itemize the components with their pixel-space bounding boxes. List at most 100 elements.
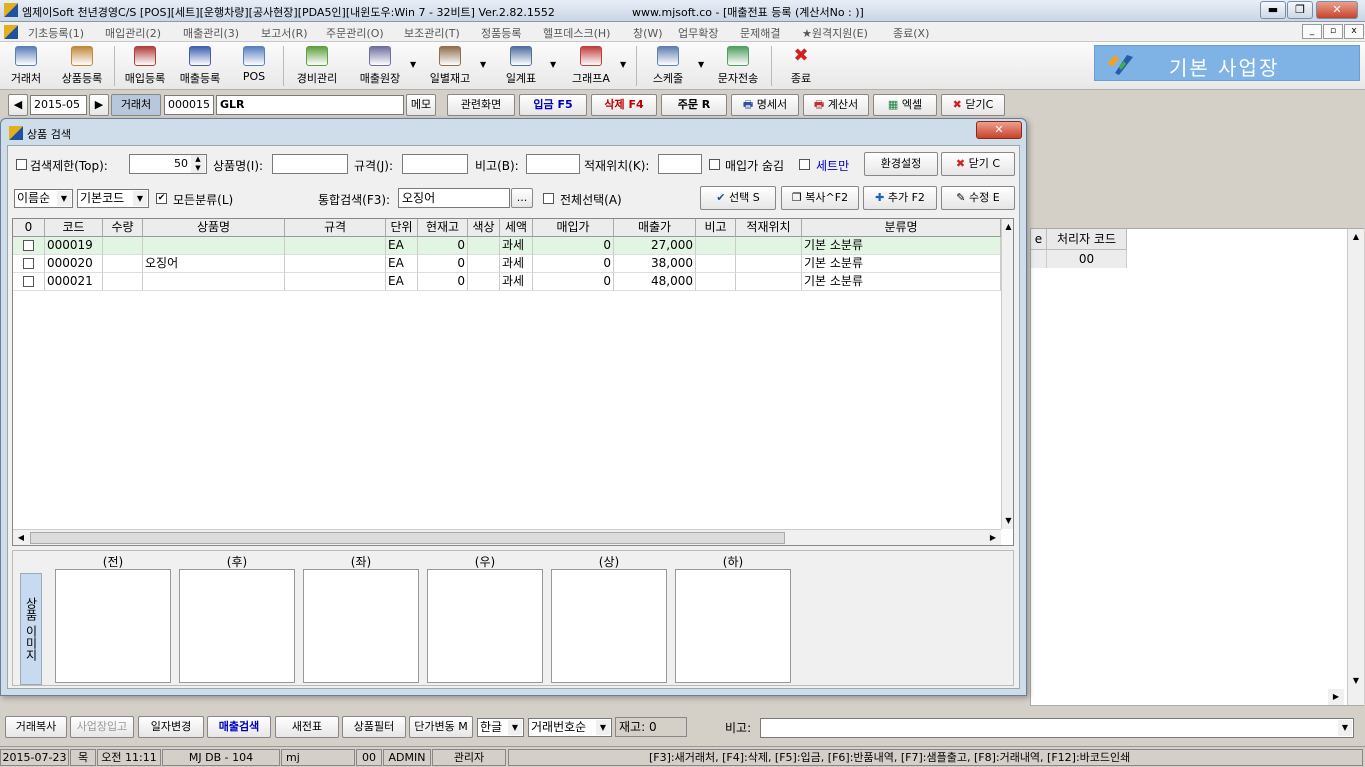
scroll-right-icon[interactable]: ▶ [985, 530, 1001, 545]
menu-item[interactable]: 매입관리(2) [105, 25, 161, 41]
minimize-button[interactable]: ▬ [1260, 1, 1286, 19]
customer-tool-button[interactable]: 거래처 [4, 44, 48, 88]
table-row[interactable]: 000020 오징어 EA 0 과세 0 38,000 기본 소분류 [13, 255, 1001, 273]
mdi-restore-button[interactable]: ▫ [1323, 24, 1343, 39]
price-change-button[interactable]: 단가변동 M [409, 716, 473, 738]
product-name-input[interactable] [272, 154, 348, 174]
copy-trade-button[interactable]: 거래복사 [5, 716, 67, 738]
grid-header[interactable]: 분류명 [802, 219, 1001, 237]
product-image-back[interactable] [179, 569, 295, 683]
location-input[interactable] [658, 154, 702, 174]
scroll-down-icon[interactable]: ▼ [1348, 673, 1364, 689]
store-in-button[interactable]: 사업장입고 [70, 716, 134, 738]
menu-item[interactable]: 헬프데스크(H) [543, 25, 610, 41]
add-button[interactable]: ✚ 추가 F2 [863, 186, 937, 210]
chevron-down-icon[interactable]: ▼ [550, 60, 556, 69]
grid-header[interactable]: 코드 [45, 219, 103, 237]
daily-report-tool-button[interactable]: 일계표 [497, 44, 545, 88]
select-button[interactable]: ✔ 선택 S [700, 186, 776, 210]
grid-header[interactable]: 적재위치 [736, 219, 802, 237]
grid-header[interactable]: 매입가 [533, 219, 614, 237]
scroll-up-icon[interactable]: ▲ [1002, 219, 1013, 235]
month-field[interactable]: 2015-05 [30, 95, 87, 115]
row-checkbox[interactable] [13, 237, 45, 255]
sales-ledger-tool-button[interactable]: 매출원장 [353, 44, 407, 88]
chevron-down-icon[interactable]: ▼ [410, 60, 416, 69]
date-change-button[interactable]: 일자변경 [138, 716, 204, 738]
product-register-tool-button[interactable]: 상품등록 [54, 44, 110, 88]
scroll-down-icon[interactable]: ▼ [1002, 513, 1013, 529]
grid-header[interactable]: 단위 [386, 219, 418, 237]
grid-header[interactable]: 규격 [285, 219, 386, 237]
order-button[interactable]: 주문 R [661, 94, 727, 116]
pos-tool-button[interactable]: POS [232, 44, 276, 88]
dialog-close-c-button[interactable]: ✖ 닫기 C [941, 152, 1015, 176]
table-row[interactable]: 000019 EA 0 과세 0 27,000 기본 소분류 [13, 237, 1001, 255]
spec-input[interactable] [402, 154, 468, 174]
product-image-bottom[interactable] [675, 569, 791, 683]
customer-label-button[interactable]: 거래처 [111, 94, 161, 116]
language-select[interactable]: 한글 ▼ [477, 718, 524, 737]
sort-select[interactable]: 이름순 ▼ [14, 189, 73, 208]
sales-register-tool-button[interactable]: 매출등록 [173, 44, 227, 88]
spinner-icon[interactable]: ▲ ▼ [191, 155, 205, 173]
grid-header[interactable]: 색상 [468, 219, 500, 237]
bottom-note-input[interactable] [760, 718, 1354, 738]
grid-header[interactable]: 현재고 [418, 219, 468, 237]
schedule-tool-button[interactable]: 스케줄 [644, 44, 692, 88]
scroll-left-icon[interactable]: ◀ [13, 530, 29, 545]
grid-header[interactable]: 세액 [500, 219, 533, 237]
exit-tool-button[interactable]: ✖ 종료 [779, 44, 823, 88]
daily-stock-tool-button[interactable]: 일별재고 [423, 44, 477, 88]
set-only-checkbox[interactable] [799, 159, 810, 170]
environment-settings-button[interactable]: 환경설정 [864, 152, 938, 176]
search-limit-checkbox[interactable] [16, 159, 27, 170]
integrated-search-input[interactable]: 오징어 [398, 188, 510, 208]
edit-button[interactable]: ✎ 수정 E [941, 186, 1015, 210]
all-categories-checkbox[interactable]: ✔ [156, 193, 167, 204]
deposit-button[interactable]: 입금 F5 [519, 94, 587, 116]
copy-button[interactable]: ❐ 복사^F2 [781, 186, 859, 210]
vertical-scrollbar[interactable]: ▲ ▼ ▶ [1328, 229, 1364, 705]
customer-name-field[interactable]: GLR [216, 95, 404, 115]
grid-header[interactable]: 비고 [696, 219, 736, 237]
restore-button[interactable]: ❐ [1287, 1, 1313, 19]
menu-item[interactable]: 보고서(R) [261, 25, 308, 41]
close-button[interactable]: ✕ [1316, 1, 1358, 19]
sales-search-button[interactable]: 매출검색 [207, 716, 271, 738]
menu-item[interactable]: ★원격지원(E) [802, 25, 868, 41]
grid-header[interactable]: 매출가 [614, 219, 696, 237]
customer-code-field[interactable]: 000015 [164, 95, 214, 115]
mdi-close-button[interactable]: x [1344, 24, 1364, 39]
scroll-right-icon[interactable]: ▶ [1328, 689, 1344, 705]
menu-item[interactable]: 주문관리(O) [326, 25, 384, 41]
menu-item[interactable]: 보조관리(T) [404, 25, 460, 41]
product-image-left[interactable] [303, 569, 419, 683]
menu-item[interactable]: 업무확장 [678, 25, 718, 41]
table-row[interactable]: 000021 EA 0 과세 0 48,000 기본 소분류 [13, 273, 1001, 291]
product-filter-button[interactable]: 상품필터 [342, 716, 406, 738]
trade-order-select[interactable]: 거래번호순 ▼ [528, 718, 612, 737]
menu-item[interactable]: 문제해결 [740, 25, 780, 41]
product-image-right[interactable] [427, 569, 543, 683]
memo-button[interactable]: 메모 [406, 94, 436, 116]
invoice-button[interactable]: 🖶 계산서 [803, 94, 869, 116]
menu-item[interactable]: 종료(X) [893, 25, 929, 41]
chevron-down-icon[interactable]: ▼ [1338, 720, 1352, 736]
statement-button[interactable]: 🖶 명세서 [731, 94, 799, 116]
mdi-minimize-button[interactable]: _ [1302, 24, 1322, 39]
product-image-top[interactable] [551, 569, 667, 683]
code-select[interactable]: 기본코드 ▼ [77, 189, 149, 208]
expense-tool-button[interactable]: 경비관리 [290, 44, 344, 88]
purchase-register-tool-button[interactable]: 매입등록 [118, 44, 172, 88]
scroll-up-icon[interactable]: ▲ [1348, 229, 1364, 245]
row-checkbox[interactable] [13, 255, 45, 273]
ellipsis-button[interactable]: ... [511, 188, 533, 208]
next-month-button[interactable]: ▶ [89, 94, 109, 116]
dialog-close-button[interactable]: ✕ [976, 121, 1022, 139]
checkbox-icon[interactable] [23, 240, 34, 251]
scroll-thumb[interactable] [30, 532, 785, 544]
horizontal-scrollbar[interactable]: ◀ ▶ [13, 529, 1001, 545]
chevron-down-icon[interactable]: ▼ [480, 60, 486, 69]
menu-item[interactable]: 기초등록(1) [28, 25, 84, 41]
